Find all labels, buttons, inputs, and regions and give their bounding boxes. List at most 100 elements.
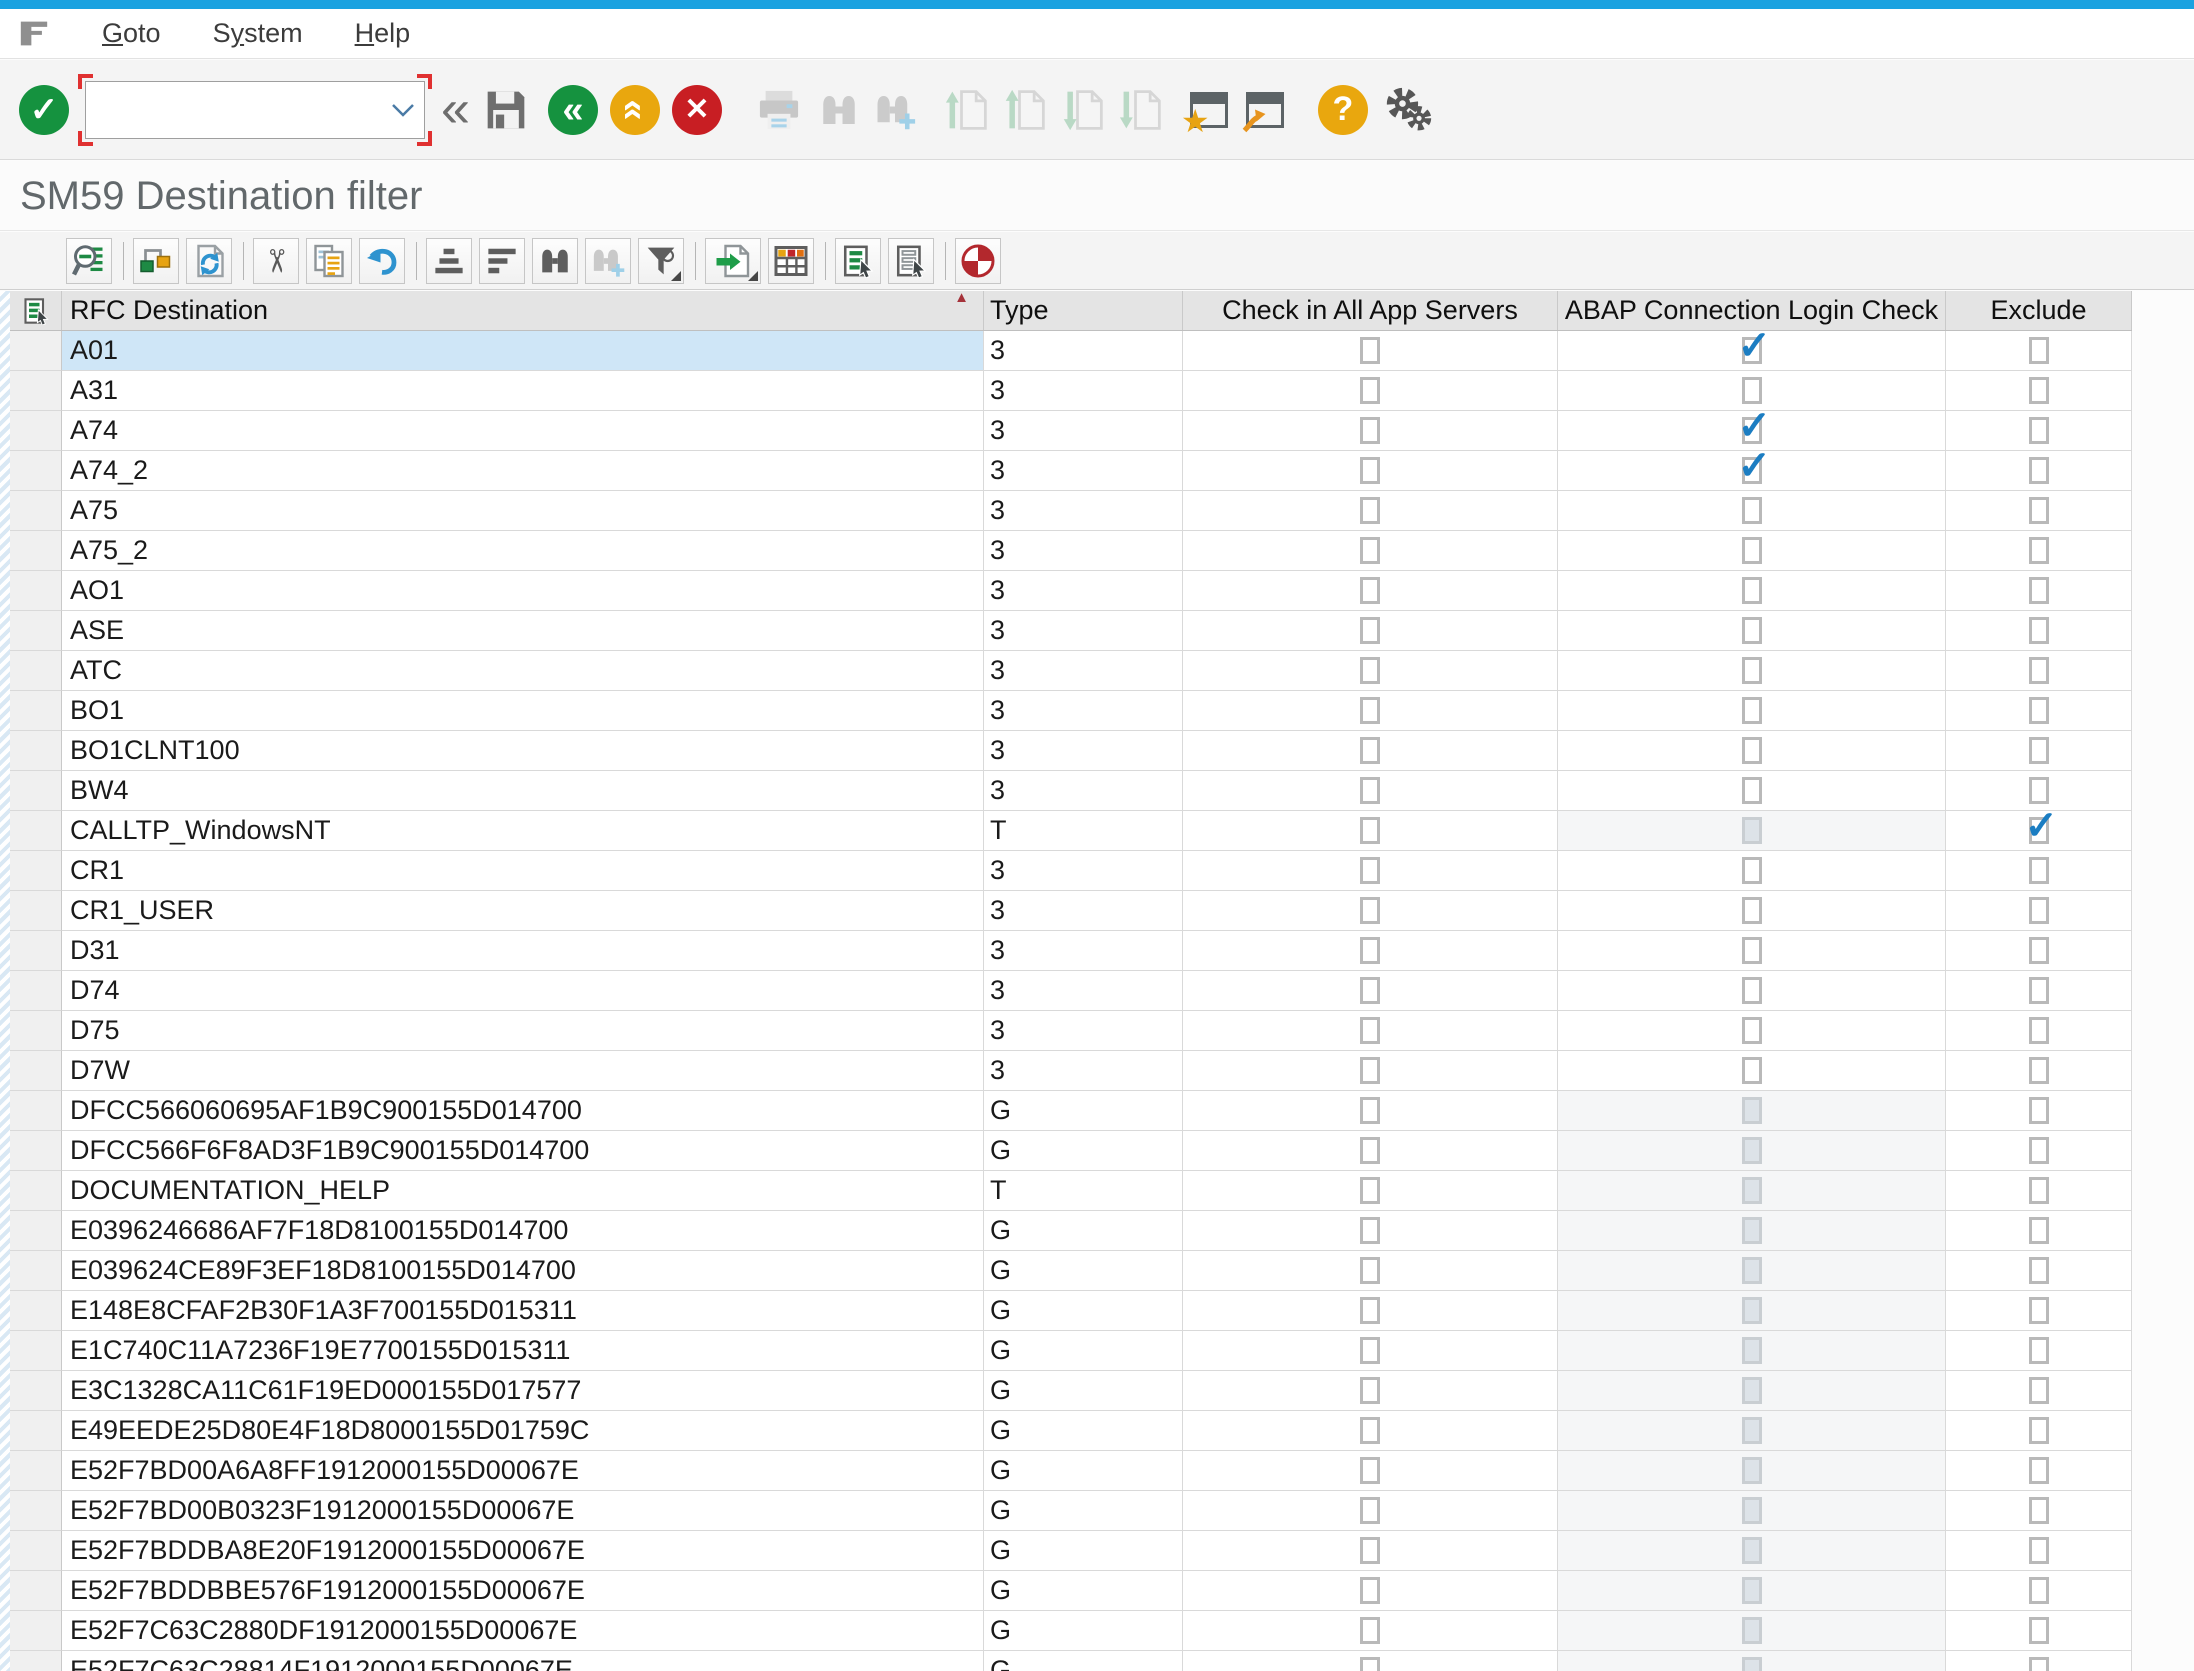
check-all-servers-checkbox[interactable] [1360,1057,1380,1084]
abap-login-check-checkbox[interactable] [1742,1137,1762,1164]
rfc-destination-cell[interactable]: E0396246686AF7F18D8100155D014700 [62,1211,984,1251]
row-selector[interactable] [10,1331,62,1371]
rfc-destination-cell[interactable]: D75 [62,1011,984,1051]
abap-login-check-checkbox[interactable] [1742,617,1762,644]
type-cell[interactable]: G [984,1451,1183,1491]
rfc-destination-cell[interactable]: D31 [62,931,984,971]
exclude-checkbox[interactable] [2029,1577,2049,1604]
exclude-checkbox[interactable] [2029,1297,2049,1324]
last-page-button[interactable] [1118,88,1164,132]
abap-login-check-checkbox[interactable] [1742,1257,1762,1284]
customize-button[interactable] [1384,87,1432,133]
exclude-checkbox[interactable] [2029,1377,2049,1404]
check-all-servers-checkbox[interactable] [1360,337,1380,364]
exclude-checkbox[interactable] [2029,1617,2049,1644]
rfc-destination-cell[interactable]: ASE [62,611,984,651]
exclude-checkbox[interactable] [2029,1417,2049,1444]
type-cell[interactable]: 3 [984,531,1183,571]
type-cell[interactable]: 3 [984,971,1183,1011]
type-cell[interactable]: 3 [984,691,1183,731]
row-selector[interactable] [10,611,62,651]
row-selector[interactable] [10,1451,62,1491]
rfc-destination-cell[interactable]: E52F7C63C2880DF1912000155D00067E [62,1611,984,1651]
abap-login-check-checkbox[interactable] [1742,1377,1762,1404]
hierarchy-button[interactable] [133,238,179,284]
type-cell[interactable]: 3 [984,1051,1183,1091]
exclude-checkbox[interactable] [2029,617,2049,644]
rfc-destination-cell[interactable]: A74_2 [62,451,984,491]
row-selector[interactable] [10,691,62,731]
check-all-servers-checkbox[interactable] [1360,1577,1380,1604]
row-selector[interactable] [10,371,62,411]
type-cell[interactable]: G [984,1131,1183,1171]
row-selector[interactable] [10,451,62,491]
check-all-servers-checkbox[interactable] [1360,417,1380,444]
refresh-button[interactable] [186,238,232,284]
find-button-grid[interactable] [532,238,578,284]
rfc-destination-cell[interactable]: BO1 [62,691,984,731]
type-cell[interactable]: 3 [984,771,1183,811]
type-cell[interactable]: 3 [984,411,1183,451]
check-all-servers-checkbox[interactable] [1360,1177,1380,1204]
abap-login-check-checkbox[interactable] [1742,377,1762,404]
row-selector[interactable] [10,331,62,371]
exclude-checkbox[interactable] [2029,537,2049,564]
rfc-destination-cell[interactable]: A75_2 [62,531,984,571]
row-selector[interactable] [10,1651,62,1671]
rfc-destination-cell[interactable]: CR1 [62,851,984,891]
exclude-checkbox[interactable] [2029,457,2049,484]
row-selector[interactable] [10,811,62,851]
column-header-type[interactable]: Type [984,291,1183,330]
check-all-servers-checkbox[interactable] [1360,377,1380,404]
row-selector[interactable] [10,731,62,771]
abap-login-check-checkbox[interactable] [1742,1417,1762,1444]
check-all-servers-checkbox[interactable] [1360,1537,1380,1564]
type-cell[interactable]: 3 [984,1011,1183,1051]
row-selector[interactable] [10,1011,62,1051]
abap-login-check-checkbox[interactable] [1742,1537,1762,1564]
check-all-servers-checkbox[interactable] [1360,737,1380,764]
row-selector[interactable] [10,1171,62,1211]
rfc-destination-cell[interactable]: E039624CE89F3EF18D8100155D014700 [62,1251,984,1291]
row-selector[interactable] [10,1291,62,1331]
table-settings-button[interactable] [768,238,814,284]
cut-button[interactable]: ✂ [253,238,299,284]
find-next-button-grid[interactable] [585,238,631,284]
sort-ascending-button[interactable] [426,238,472,284]
save-button[interactable] [484,88,528,132]
graphic-button[interactable] [955,238,1001,284]
check-all-servers-checkbox[interactable] [1360,497,1380,524]
column-header-check-all-servers[interactable]: Check in All App Servers [1183,291,1558,330]
rfc-destination-cell[interactable]: E52F7BDDBA8E20F1912000155D00067E [62,1531,984,1571]
row-selector[interactable] [10,1211,62,1251]
check-all-servers-checkbox[interactable] [1360,577,1380,604]
exclude-checkbox[interactable] [2029,897,2049,924]
abap-login-check-checkbox[interactable] [1742,817,1762,844]
abap-login-check-checkbox[interactable] [1742,1097,1762,1124]
row-selector[interactable] [10,1131,62,1171]
cancel-button[interactable]: ✕ [672,85,722,135]
rfc-destination-cell[interactable]: A31 [62,371,984,411]
exclude-checkbox[interactable] [2029,377,2049,404]
new-session-button[interactable]: ★ [1190,92,1228,128]
abap-login-check-checkbox[interactable] [1742,1497,1762,1524]
find-next-button[interactable] [874,89,916,131]
row-selector[interactable] [10,1251,62,1291]
rfc-destination-cell[interactable]: DFCC566060695AF1B9C900155D014700 [62,1091,984,1131]
type-cell[interactable]: 3 [984,331,1183,371]
abap-login-check-checkbox[interactable] [1742,1657,1762,1671]
check-all-servers-checkbox[interactable] [1360,1657,1380,1671]
exclude-checkbox[interactable] [2029,577,2049,604]
rfc-destination-cell[interactable]: BW4 [62,771,984,811]
system-menu-icon[interactable] [18,19,50,48]
row-selector[interactable] [10,1371,62,1411]
rfc-destination-cell[interactable]: DFCC566F6F8AD3F1B9C900155D014700 [62,1131,984,1171]
abap-login-check-checkbox[interactable] [1742,937,1762,964]
row-selector[interactable] [10,1571,62,1611]
check-all-servers-checkbox[interactable] [1360,1137,1380,1164]
row-selector[interactable] [10,571,62,611]
type-cell[interactable]: 3 [984,491,1183,531]
check-all-servers-checkbox[interactable] [1360,1257,1380,1284]
abap-login-check-checkbox[interactable] [1742,1017,1762,1044]
command-input[interactable] [85,81,425,139]
